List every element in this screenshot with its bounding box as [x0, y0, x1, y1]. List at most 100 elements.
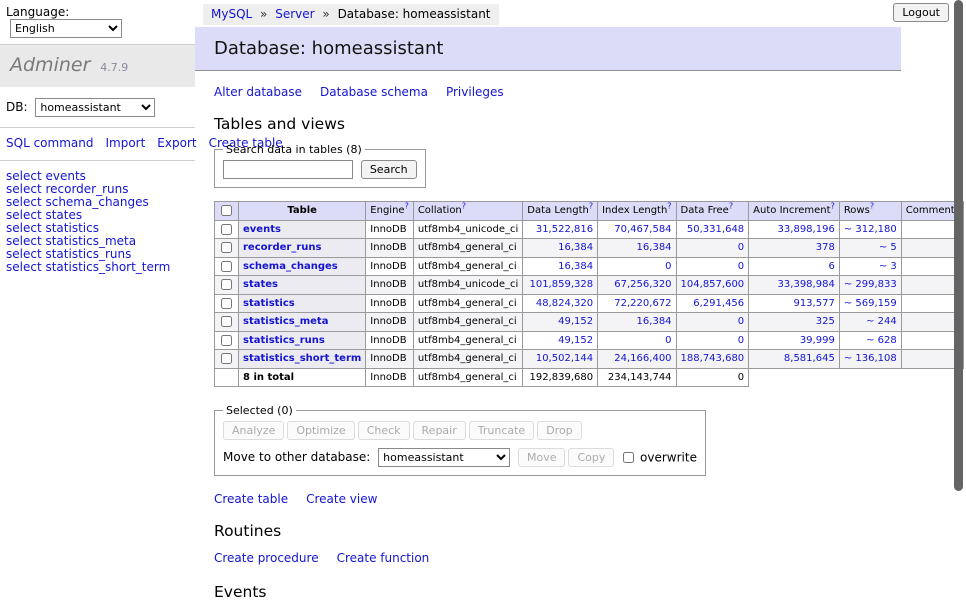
row-checkbox[interactable]	[221, 335, 232, 346]
value-link[interactable]: 913,577	[793, 298, 834, 309]
value-link[interactable]: 8,581,645	[784, 353, 835, 364]
value-link[interactable]: ~ 244	[866, 316, 897, 327]
search-input[interactable]	[223, 160, 353, 179]
value-link[interactable]: 0	[738, 261, 744, 272]
value-link[interactable]: 16,384	[637, 242, 672, 253]
value-link[interactable]: 16,384	[558, 242, 593, 253]
link-alter-database[interactable]: Alter database	[214, 85, 302, 99]
value-link[interactable]: 378	[816, 242, 835, 253]
table-link-recorder-runs[interactable]: recorder_runs	[243, 242, 321, 253]
value-link[interactable]: ~ 569,159	[844, 298, 897, 309]
row-checkbox[interactable]	[221, 353, 232, 364]
table-link-statistics-short-term[interactable]: statistics_short_term	[243, 353, 361, 364]
table-link-events[interactable]: events	[243, 224, 281, 235]
language-select[interactable]: English	[10, 19, 122, 38]
sidebar-select-statistics-short-term[interactable]: select statistics_short_term	[6, 261, 189, 274]
help-link[interactable]: ?	[870, 202, 874, 211]
search-button[interactable]: Search	[361, 160, 417, 179]
row-checkbox[interactable]	[221, 261, 232, 272]
value-link[interactable]: ~ 136,108	[844, 353, 897, 364]
cell-rows: ~ 628	[839, 331, 901, 350]
overwrite-label: overwrite	[640, 450, 697, 464]
link-create-procedure[interactable]: Create procedure	[214, 551, 319, 565]
value-link[interactable]: 325	[816, 316, 835, 327]
value-link[interactable]: 101,859,328	[529, 279, 593, 290]
value-link[interactable]: ~ 299,833	[844, 279, 897, 290]
table-row: statistics_short_termInnoDButf8mb4_gener…	[215, 350, 964, 369]
value-link[interactable]: 0	[665, 261, 671, 272]
help-link[interactable]: ?	[667, 202, 671, 211]
value-link[interactable]: 16,384	[637, 316, 672, 327]
content: Alter databaseDatabase schemaPrivileges …	[195, 85, 966, 601]
bulk-analyze-button[interactable]: Analyze	[223, 421, 284, 440]
value-link[interactable]: 104,857,600	[681, 279, 745, 290]
logout-button[interactable]: Logout	[893, 3, 949, 22]
value-link[interactable]: 31,522,816	[536, 224, 593, 235]
link-create-function[interactable]: Create function	[337, 551, 430, 565]
value-link[interactable]: 0	[665, 335, 671, 346]
table-link-statistics-runs[interactable]: statistics_runs	[243, 335, 325, 346]
sidebar-action-import[interactable]: Import	[105, 136, 145, 150]
select-all-checkbox[interactable]	[221, 205, 232, 216]
link-create-view[interactable]: Create view	[306, 492, 377, 506]
value-link[interactable]: ~ 312,180	[844, 224, 897, 235]
value-link[interactable]: 48,824,320	[536, 298, 593, 309]
value-link[interactable]: 6,291,456	[693, 298, 744, 309]
help-link[interactable]: ?	[729, 202, 733, 211]
value-link[interactable]: 24,166,400	[614, 353, 671, 364]
value-link[interactable]: ~ 628	[866, 335, 897, 346]
table-link-statistics-meta[interactable]: statistics_meta	[243, 316, 328, 327]
breadcrumb-server-link[interactable]: Server	[275, 7, 314, 21]
sidebar-action-export[interactable]: Export	[157, 136, 196, 150]
value-link[interactable]: 6	[828, 261, 834, 272]
value-link[interactable]: 50,331,648	[687, 224, 744, 235]
help-link[interactable]: ?	[831, 202, 835, 211]
value-link[interactable]: 0	[738, 316, 744, 327]
link-database-schema[interactable]: Database schema	[320, 85, 428, 99]
link-create-table[interactable]: Create table	[214, 492, 288, 506]
db-select[interactable]: homeassistant	[35, 98, 155, 117]
copy-button[interactable]: Copy	[568, 448, 614, 467]
value-link[interactable]: 49,152	[558, 316, 593, 327]
overwrite-checkbox[interactable]	[623, 452, 634, 463]
bulk-repair-button[interactable]: Repair	[413, 421, 466, 440]
value-link[interactable]: 67,256,320	[614, 279, 671, 290]
vertical-scrollbar-thumb[interactable]	[954, 0, 963, 491]
value-link[interactable]: 33,898,196	[778, 224, 835, 235]
value-link[interactable]: 39,999	[800, 335, 835, 346]
row-checkbox[interactable]	[221, 279, 232, 290]
help-link[interactable]: ?	[405, 202, 409, 211]
value-link[interactable]: 70,467,584	[614, 224, 671, 235]
adminer-version-link[interactable]: 4.7.9	[100, 61, 128, 74]
bulk-truncate-button[interactable]: Truncate	[469, 421, 534, 440]
move-button[interactable]: Move	[518, 448, 566, 467]
sidebar-action-sql-command[interactable]: SQL command	[6, 136, 93, 150]
page-title: Database: homeassistant	[195, 27, 901, 71]
value-link[interactable]: 33,398,984	[778, 279, 835, 290]
value-link[interactable]: 10,502,144	[536, 353, 593, 364]
breadcrumb-mysql-link[interactable]: MySQL	[211, 7, 252, 21]
value-link[interactable]: 16,384	[558, 261, 593, 272]
row-checkbox[interactable]	[221, 298, 232, 309]
help-link[interactable]: ?	[589, 202, 593, 211]
value-link[interactable]: 0	[738, 242, 744, 253]
value-link[interactable]: 0	[738, 335, 744, 346]
table-link-states[interactable]: states	[243, 279, 278, 290]
link-privileges[interactable]: Privileges	[446, 85, 504, 99]
value-link[interactable]: 72,220,672	[614, 298, 671, 309]
row-checkbox[interactable]	[221, 316, 232, 327]
table-name-cell: recorder_runs	[239, 239, 366, 258]
row-checkbox[interactable]	[221, 224, 232, 235]
value-link[interactable]: ~ 3	[879, 261, 897, 272]
bulk-optimize-button[interactable]: Optimize	[287, 421, 354, 440]
value-link[interactable]: 188,743,680	[681, 353, 745, 364]
move-database-select[interactable]: homeassistant	[378, 448, 510, 467]
value-link[interactable]: 49,152	[558, 335, 593, 346]
help-link[interactable]: ?	[462, 202, 466, 211]
value-link[interactable]: ~ 5	[879, 242, 897, 253]
row-checkbox[interactable]	[221, 242, 232, 253]
table-link-schema-changes[interactable]: schema_changes	[243, 261, 338, 272]
table-link-statistics[interactable]: statistics	[243, 298, 295, 309]
bulk-check-button[interactable]: Check	[358, 421, 410, 440]
bulk-drop-button[interactable]: Drop	[537, 421, 581, 440]
